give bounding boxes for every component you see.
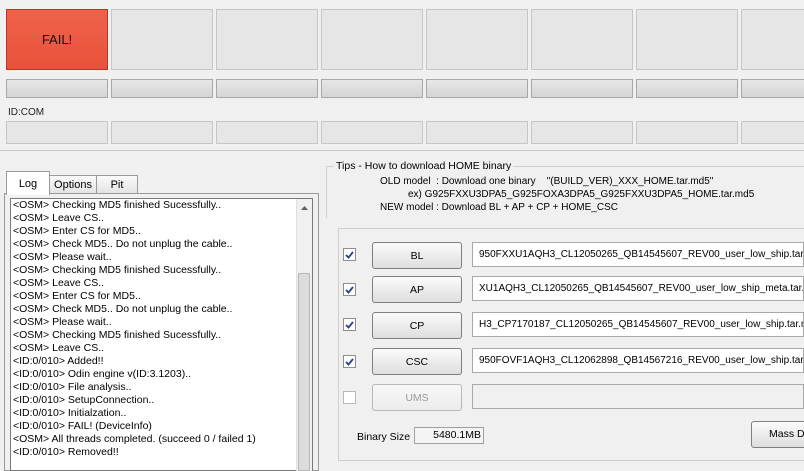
ap-file-field[interactable]: XU1AQH3_CL12050265_QB14545607_REV00_user… — [472, 276, 804, 301]
log-line: <OSM> Check MD5.. Do not unplug the cabl… — [13, 303, 233, 315]
progress-bar-4 — [321, 79, 423, 98]
checkmark-icon — [345, 285, 354, 294]
log-line: <ID:0/010> Odin engine v(ID:3.1203).. — [13, 368, 192, 380]
log-line: <ID:0/010> FAIL! (DeviceInfo) — [13, 420, 152, 432]
com-port-box-6 — [531, 121, 633, 144]
status-box-2 — [111, 9, 213, 70]
status-box-1: FAIL! — [6, 9, 108, 70]
status-box-8 — [741, 9, 804, 70]
tip-old-model: OLD model : Download one binary "(BUILD_… — [380, 176, 714, 187]
log-line: <OSM> Checking MD5 finished Sucessfully.… — [13, 199, 222, 211]
com-port-box-2 — [111, 121, 213, 144]
csc-file-field[interactable]: 950FOVF1AQH3_CL12062898_QB14567216_REV00… — [472, 348, 804, 373]
progress-bar-3 — [216, 79, 318, 98]
com-port-box-1 — [6, 121, 108, 144]
progress-bar-7 — [636, 79, 738, 98]
tab-log-label: Log — [18, 177, 38, 190]
ums-button-label: UMS — [405, 391, 429, 404]
cp-button-label: CP — [409, 319, 425, 332]
tab-options-label: Options — [54, 178, 92, 191]
progress-bar-6 — [531, 79, 633, 98]
log-line: <OSM> Check MD5.. Do not unplug the cabl… — [13, 238, 233, 250]
bl-button-label: BL — [410, 249, 424, 262]
progress-bar-8 — [741, 79, 804, 98]
tab-pit-label: Pit — [110, 178, 124, 191]
tab-log[interactable]: Log — [6, 171, 50, 195]
log-line: <OSM> Checking MD5 finished Sucessfully.… — [13, 264, 222, 276]
checkmark-icon — [345, 357, 354, 366]
checkmark-icon — [345, 250, 354, 259]
log-line: <OSM> Please wait.. — [13, 316, 112, 328]
tab-pit[interactable]: Pit — [96, 175, 138, 193]
log-line: <ID:0/010> Removed!! — [13, 446, 119, 458]
ap-button[interactable]: AP — [372, 276, 462, 303]
csc-button-label: CSC — [405, 355, 429, 368]
com-port-box-3 — [216, 121, 318, 144]
progress-bar-5 — [426, 79, 528, 98]
id-com-label: ID:COM — [8, 107, 45, 118]
mass-download-button[interactable]: Mass D/L — [751, 421, 804, 448]
log-line: <ID:0/010> SetupConnection.. — [13, 394, 155, 406]
scroll-up-arrow-icon[interactable] — [297, 200, 311, 215]
log-line: <ID:0/010> Added!! — [13, 355, 104, 367]
ums-button[interactable]: UMS — [372, 384, 462, 411]
files-group-bottom-line — [338, 460, 804, 461]
log-line: <ID:0/010> File analysis.. — [13, 381, 132, 393]
com-port-box-4 — [321, 121, 423, 144]
section-divider — [0, 150, 804, 151]
csc-checkbox[interactable] — [343, 355, 356, 368]
status-box-5 — [426, 9, 528, 70]
ums-file-field — [472, 384, 804, 409]
log-line: <OSM> Leave CS.. — [13, 212, 105, 224]
bl-checkbox[interactable] — [343, 248, 356, 261]
status-box-7 — [636, 9, 738, 70]
ap-checkbox[interactable] — [343, 283, 356, 296]
log-line: <OSM> Leave CS.. — [13, 342, 105, 354]
status-box-4 — [321, 9, 423, 70]
log-lines: <OSM> Checking MD5 finished Sucessfully.… — [13, 199, 299, 471]
bl-button[interactable]: BL — [372, 242, 462, 269]
com-port-box-7 — [636, 121, 738, 144]
status-box-3 — [216, 9, 318, 70]
log-line: <OSM> All threads completed. (succeed 0 … — [13, 433, 256, 445]
log-scroll-thumb[interactable] — [298, 273, 310, 471]
tip-example: ex) G925FXXU3DPA5_G925FOXA3DPA5_G925FXXU… — [408, 189, 755, 200]
tab-options[interactable]: Options — [49, 175, 97, 193]
progress-bar-2 — [111, 79, 213, 98]
com-port-box-8 — [741, 121, 804, 144]
tip-new-model: NEW model : Download BL + AP + CP + HOME… — [380, 202, 618, 213]
log-line: <OSM> Checking MD5 finished Sucessfully.… — [13, 329, 222, 341]
cp-checkbox[interactable] — [343, 318, 356, 331]
ap-button-label: AP — [409, 283, 424, 296]
cp-file-field[interactable]: H3_CP7170187_CL12050265_QB14545607_REV00… — [472, 312, 804, 337]
log-line: <ID:0/010> Initialzation.. — [13, 407, 127, 419]
binary-size-label: Binary Size — [357, 431, 411, 443]
bl-file-field[interactable]: 950FXXU1AQH3_CL12050265_QB14545607_REV00… — [472, 242, 804, 267]
fail-status-label: FAIL! — [41, 32, 73, 47]
log-line: <OSM> Please wait.. — [13, 251, 112, 263]
progress-bar-1 — [6, 79, 108, 98]
log-line: <OSM> Enter CS for MD5.. — [13, 225, 141, 237]
checkmark-icon — [345, 320, 354, 329]
binary-size-value: 5480.1MB — [414, 427, 484, 444]
log-line: <OSM> Enter CS for MD5.. — [13, 290, 141, 302]
status-box-6 — [531, 9, 633, 70]
csc-button[interactable]: CSC — [372, 348, 462, 375]
com-port-box-5 — [426, 121, 528, 144]
cp-button[interactable]: CP — [372, 312, 462, 339]
log-line: <OSM> Leave CS.. — [13, 277, 105, 289]
tips-title: Tips - How to download HOME binary — [334, 160, 514, 172]
ums-checkbox[interactable] — [343, 391, 356, 404]
